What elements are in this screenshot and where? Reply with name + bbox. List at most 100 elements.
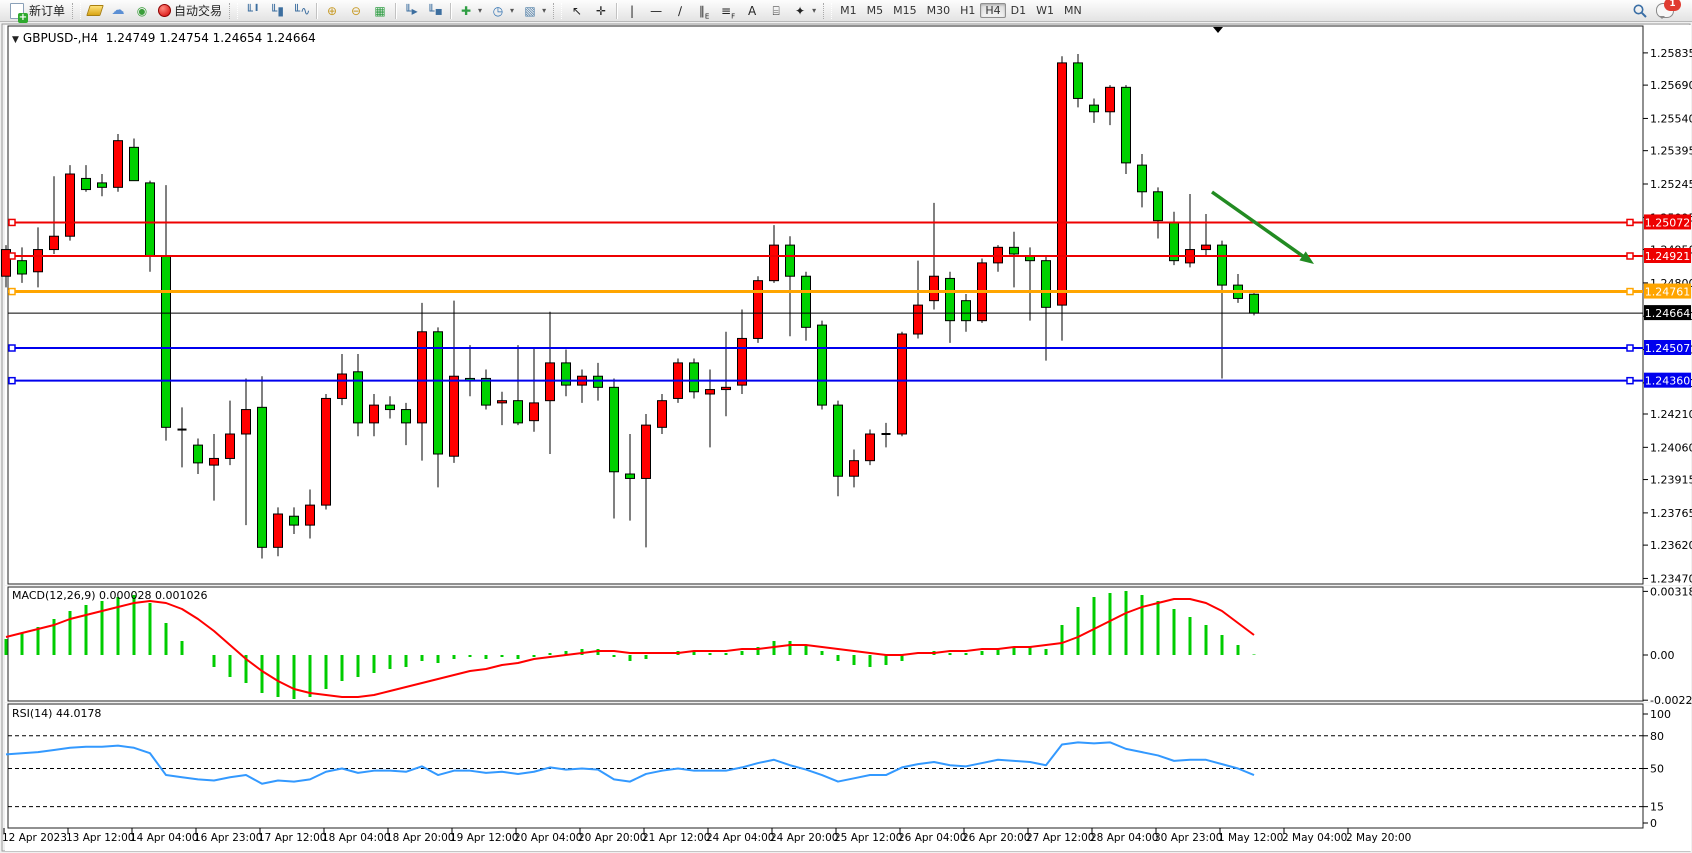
svg-text:12 Apr 2023: 12 Apr 2023 xyxy=(2,832,67,844)
svg-text:0: 0 xyxy=(1650,817,1657,830)
candlestick-button[interactable]: ╙▮ xyxy=(265,1,289,21)
timeframe-m5[interactable]: M5 xyxy=(862,3,889,18)
new-order-button[interactable]: 新订单 xyxy=(4,1,69,21)
svg-text:-0.00226: -0.00226 xyxy=(1650,694,1692,707)
svg-text:1.25540: 1.25540 xyxy=(1650,112,1692,125)
svg-text:1.24921: 1.24921 xyxy=(1645,250,1691,263)
svg-text:1.25245: 1.25245 xyxy=(1650,178,1692,191)
timeframe-d1[interactable]: D1 xyxy=(1006,3,1031,18)
auto-scroll-button[interactable]: ╙▸ xyxy=(399,1,423,21)
timeframe-m1[interactable]: M1 xyxy=(835,3,862,18)
chat-icon: 1 xyxy=(1656,3,1674,18)
svg-text:24 Apr 04:00: 24 Apr 04:00 xyxy=(706,832,774,844)
indicators-button[interactable]: ✚▾ xyxy=(454,1,486,21)
channel-button[interactable]: ∥E xyxy=(692,1,716,21)
timeframe-m30[interactable]: M30 xyxy=(922,3,956,18)
toolbar-grip xyxy=(823,3,832,19)
svg-text:25 Apr 12:00: 25 Apr 12:00 xyxy=(834,832,902,844)
terminal-window: 新订单 ☁ ◉ 自动交易 ╙╹ ╙▮ ╙∿ ⊕ ⊖ ▦ ╙▸ ╙▪ ✚▾ ◷▾ … xyxy=(0,0,1692,853)
vertical-line-button[interactable]: | xyxy=(620,1,644,21)
notifications-button[interactable]: 1 xyxy=(1652,1,1678,21)
bar-chart-icon: ╙╹ xyxy=(245,3,261,19)
svg-text:1.24507: 1.24507 xyxy=(1645,342,1691,355)
toolbar-grip xyxy=(553,3,562,19)
svg-text:1.25690: 1.25690 xyxy=(1650,79,1692,92)
svg-text:27 Apr 12:00: 27 Apr 12:00 xyxy=(1026,832,1094,844)
chevron-down-icon: ▾ xyxy=(812,6,816,15)
svg-text:100: 100 xyxy=(1650,708,1671,721)
clock-icon: ◷ xyxy=(490,3,506,19)
arrows-icon: ✦ xyxy=(792,3,808,19)
svg-text:1.23915: 1.23915 xyxy=(1650,474,1692,487)
chart-canvas[interactable]: 1.258351.256901.255401.253951.252451.250… xyxy=(0,0,1692,853)
line-chart-icon: ╙∿ xyxy=(293,3,309,19)
svg-text:0.00: 0.00 xyxy=(1650,649,1675,662)
templates-button[interactable]: ▧▾ xyxy=(518,1,550,21)
periods-button[interactable]: ◷▾ xyxy=(486,1,518,21)
svg-text:1.25835: 1.25835 xyxy=(1650,47,1692,60)
tile-windows-button[interactable]: ▦ xyxy=(368,1,392,21)
svg-text:13 Apr 12:00: 13 Apr 12:00 xyxy=(66,832,134,844)
timeframe-h1[interactable]: H1 xyxy=(955,3,980,18)
fibonacci-button[interactable]: ≡F xyxy=(716,1,740,21)
line-chart-button[interactable]: ╙∿ xyxy=(289,1,313,21)
svg-text:28 Apr 04:00: 28 Apr 04:00 xyxy=(1090,832,1158,844)
svg-text:1.24210: 1.24210 xyxy=(1650,408,1692,421)
chart-shift-icon: ╙▪ xyxy=(427,3,443,19)
svg-text:1 May 12:00: 1 May 12:00 xyxy=(1218,832,1283,844)
svg-text:80: 80 xyxy=(1650,730,1664,743)
svg-text:21 Apr 12:00: 21 Apr 12:00 xyxy=(642,832,710,844)
horizontal-line-icon: — xyxy=(648,3,664,19)
svg-text:20 Apr 04:00: 20 Apr 04:00 xyxy=(514,832,582,844)
styler-button[interactable] xyxy=(84,1,106,21)
auto-scroll-icon: ╙▸ xyxy=(403,3,419,19)
svg-text:26 Apr 04:00: 26 Apr 04:00 xyxy=(898,832,966,844)
bar-chart-button[interactable]: ╙╹ xyxy=(241,1,265,21)
new-order-label: 新订单 xyxy=(29,2,65,19)
chevron-down-icon: ▾ xyxy=(542,6,546,15)
chart-shift-button[interactable]: ╙▪ xyxy=(423,1,447,21)
zoom-out-icon: ⊖ xyxy=(348,3,364,19)
auto-trading-icon xyxy=(158,4,171,17)
trendline-icon: ∕ xyxy=(672,3,688,19)
svg-text:15: 15 xyxy=(1650,801,1664,814)
profile-button[interactable]: ☁ xyxy=(106,1,130,21)
horizontal-line-button[interactable]: — xyxy=(644,1,668,21)
signals-button[interactable]: ◉ xyxy=(130,1,154,21)
zoom-out-button[interactable]: ⊖ xyxy=(344,1,368,21)
svg-text:14 Apr 04:00: 14 Apr 04:00 xyxy=(130,832,198,844)
arrows-button[interactable]: ✦▾ xyxy=(788,1,820,21)
toolbar-grip xyxy=(72,3,81,19)
trendline-button[interactable]: ∕ xyxy=(668,1,692,21)
text-button[interactable]: A xyxy=(740,1,764,21)
timeframe-w1[interactable]: W1 xyxy=(1031,3,1059,18)
toolbar-grip xyxy=(229,3,238,19)
cursor-button[interactable]: ↖ xyxy=(565,1,589,21)
zoom-in-icon: ⊕ xyxy=(324,3,340,19)
timeframe-group: M1M5M15M30H1H4D1W1MN xyxy=(835,2,1087,19)
cursor-icon: ↖ xyxy=(569,3,585,19)
svg-text:1.24761: 1.24761 xyxy=(1645,286,1691,299)
zoom-in-button[interactable]: ⊕ xyxy=(320,1,344,21)
svg-text:1.24360: 1.24360 xyxy=(1645,375,1691,388)
chevron-down-icon: ▾ xyxy=(510,6,514,15)
svg-text:1.23470: 1.23470 xyxy=(1650,572,1692,585)
timeframe-mn[interactable]: MN xyxy=(1059,3,1087,18)
fibonacci-icon: ≡F xyxy=(720,3,736,19)
svg-text:1.23620: 1.23620 xyxy=(1650,539,1692,552)
vertical-line-icon: | xyxy=(624,3,640,19)
auto-trading-button[interactable]: 自动交易 xyxy=(154,1,226,21)
toolbar-separator xyxy=(395,3,396,19)
text-label-button[interactable]: ⌸ xyxy=(764,1,788,21)
crosshair-button[interactable]: ✛ xyxy=(589,1,613,21)
crosshair-icon: ✛ xyxy=(593,3,609,19)
svg-text:0.003181: 0.003181 xyxy=(1650,585,1692,598)
search-button[interactable] xyxy=(1628,1,1652,21)
timeframe-h4[interactable]: H4 xyxy=(980,3,1005,18)
svg-text:24 Apr 20:00: 24 Apr 20:00 xyxy=(770,832,838,844)
text-icon: A xyxy=(744,3,760,19)
timeframe-m15[interactable]: M15 xyxy=(888,3,922,18)
signals-icon: ◉ xyxy=(134,3,150,19)
toolbar: 新订单 ☁ ◉ 自动交易 ╙╹ ╙▮ ╙∿ ⊕ ⊖ ▦ ╙▸ ╙▪ ✚▾ ◷▾ … xyxy=(0,0,1692,22)
svg-text:1.25395: 1.25395 xyxy=(1650,145,1692,158)
